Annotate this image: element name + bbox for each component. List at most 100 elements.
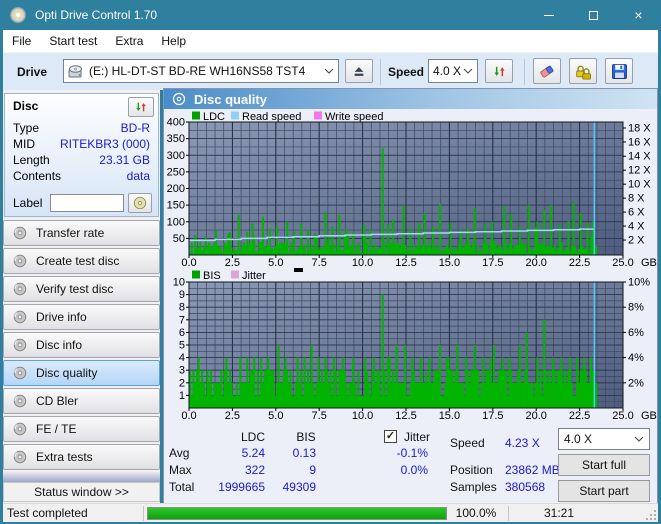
eject-icon (354, 67, 364, 76)
samples-row-label: Samples (450, 480, 497, 494)
disc-contents-row: Contents data (13, 168, 150, 184)
svg-text:12.5: 12.5 (395, 410, 416, 422)
disc-row-label: Type (13, 121, 40, 135)
position-value: 23862 MB (505, 463, 560, 477)
close-button[interactable]: × (616, 0, 661, 30)
svg-text:250: 250 (167, 166, 185, 178)
statusbar-separator (143, 506, 144, 521)
menu-item-start-test[interactable]: Start test (40, 30, 106, 52)
app-window: Opti Drive Control 1.70 × File Start test… (0, 0, 661, 524)
svg-text:Jitter: Jitter (242, 270, 266, 282)
start-part-button[interactable]: Start part (558, 480, 650, 502)
speed-value: 4.23 X (505, 436, 540, 450)
disc-quality-panel: Disc quality 50 100 150 200 250 300 350 400 2 X 4… (163, 88, 658, 505)
disc-row-label: Length (13, 153, 50, 167)
sidebar-item-label: FE / TE (36, 422, 77, 436)
sidebar-item-extra-tests[interactable]: Extra tests (3, 444, 160, 470)
sidebar-item-drive-info[interactable]: Drive info (3, 304, 160, 330)
total-bis-value: 49309 (282, 480, 316, 494)
svg-text:12.5: 12.5 (395, 257, 416, 268)
status-window-button[interactable]: Status window >> (3, 482, 160, 502)
sidebar-item-cd-bler[interactable]: CD Bler (3, 388, 160, 414)
svg-text:GB: GB (641, 410, 657, 422)
refresh-disc-button[interactable] (128, 97, 154, 117)
svg-text:5.0: 5.0 (268, 410, 283, 422)
sidebar-item-label: Disc quality (36, 366, 98, 380)
svg-text:7.5: 7.5 (312, 410, 327, 422)
max-bis-value: 9 (309, 463, 316, 477)
svg-text:BIS: BIS (203, 270, 221, 282)
svg-text:7.5: 7.5 (312, 257, 327, 268)
license-button[interactable] (569, 58, 597, 84)
test-speed-value: 4.0 X (564, 432, 593, 446)
svg-text:0.0: 0.0 (181, 257, 196, 268)
drive-select-value: (E:) HL-DT-ST BD-RE WH16NS58 TST4 (89, 64, 306, 78)
svg-text:10%: 10% (628, 277, 650, 289)
disc-icon (13, 422, 27, 436)
refresh-arrows-icon (493, 66, 505, 76)
maximize-icon (589, 10, 598, 20)
menu-bar: File Start test Extra Help (3, 30, 658, 52)
start-full-button[interactable]: Start full (558, 454, 650, 476)
speed-row-label: Speed (450, 436, 485, 450)
speed-select[interactable]: 4.0 X (428, 59, 478, 83)
svg-text:8%: 8% (628, 302, 644, 314)
max-row-label: Max (169, 463, 192, 477)
sidebar-item-transfer-rate[interactable]: Transfer rate (3, 220, 160, 246)
disc-icon (13, 310, 27, 324)
refresh-speed-button[interactable] (485, 59, 513, 83)
sidebar-item-disc-quality[interactable]: Disc quality (3, 360, 160, 386)
svg-text:7: 7 (179, 314, 185, 326)
toolbar-separator (524, 59, 525, 85)
svg-text:300: 300 (167, 150, 185, 162)
minimize-icon (543, 14, 554, 16)
chevron-down-icon (463, 68, 473, 74)
maximize-button[interactable] (571, 0, 616, 30)
eject-button[interactable] (345, 59, 373, 83)
sidebar-item-label: Create test disc (36, 254, 120, 268)
padlock-icon (576, 65, 591, 80)
avg-bis-value: 0.13 (292, 446, 316, 460)
sidebar-item-label: Drive info (36, 310, 87, 324)
disc-label-caption: Label (13, 196, 43, 210)
sidebar-item-label: Disc info (36, 338, 83, 352)
sidebar-item-fe-te[interactable]: FE / TE (3, 416, 160, 442)
result-summary: LDC BIS ✓ Jitter Avg 5.24 0.13 -0.1% Max… (164, 425, 657, 504)
svg-text:200: 200 (167, 183, 185, 195)
svg-text:10 X: 10 X (628, 179, 651, 191)
drive-select[interactable]: (E:) HL-DT-ST BD-RE WH16NS58 TST4 (63, 59, 339, 83)
svg-text:0.0: 0.0 (181, 410, 196, 422)
menu-item-extra[interactable]: Extra (106, 30, 152, 52)
resize-grip[interactable] (645, 509, 657, 521)
menu-item-help[interactable]: Help (152, 30, 195, 52)
disc-mid-row: MID RITEKBR3 (000) (13, 136, 150, 152)
status-bar: Test completed 100.0% 31:21 (3, 503, 658, 522)
svg-text:5: 5 (179, 340, 185, 352)
total-row-label: Total (169, 480, 195, 494)
close-icon: × (634, 7, 643, 23)
write-label-button[interactable] (128, 193, 153, 213)
disc-label-input[interactable] (50, 194, 125, 212)
sidebar-item-verify-test-disc[interactable]: Verify test disc (3, 276, 160, 302)
toolbar-separator (380, 59, 381, 85)
samples-value: 380568 (505, 480, 546, 494)
erase-disc-button[interactable] (533, 58, 561, 84)
svg-text:150: 150 (167, 200, 185, 212)
svg-text:4 X: 4 X (628, 221, 645, 233)
jitter-checkbox[interactable]: ✓ (384, 430, 397, 443)
svg-text:2 X: 2 X (628, 235, 645, 247)
disc-row-label: Contents (13, 169, 62, 183)
save-button[interactable] (605, 58, 633, 84)
svg-text:GB: GB (641, 257, 657, 268)
sidebar-item-label: Transfer rate (36, 226, 105, 240)
ldc-column-header: LDC (240, 430, 265, 444)
svg-text:16 X: 16 X (628, 136, 651, 148)
menu-item-file[interactable]: File (3, 30, 40, 52)
sidebar-item-create-test-disc[interactable]: Create test disc (3, 248, 160, 274)
test-speed-select[interactable]: 4.0 X (558, 428, 650, 450)
svg-text:Write speed: Write speed (325, 111, 384, 123)
minimize-button[interactable] (526, 0, 571, 30)
svg-text:22.5: 22.5 (569, 410, 590, 422)
disc-icon (13, 282, 27, 296)
sidebar-item-disc-info[interactable]: Disc info (3, 332, 160, 358)
